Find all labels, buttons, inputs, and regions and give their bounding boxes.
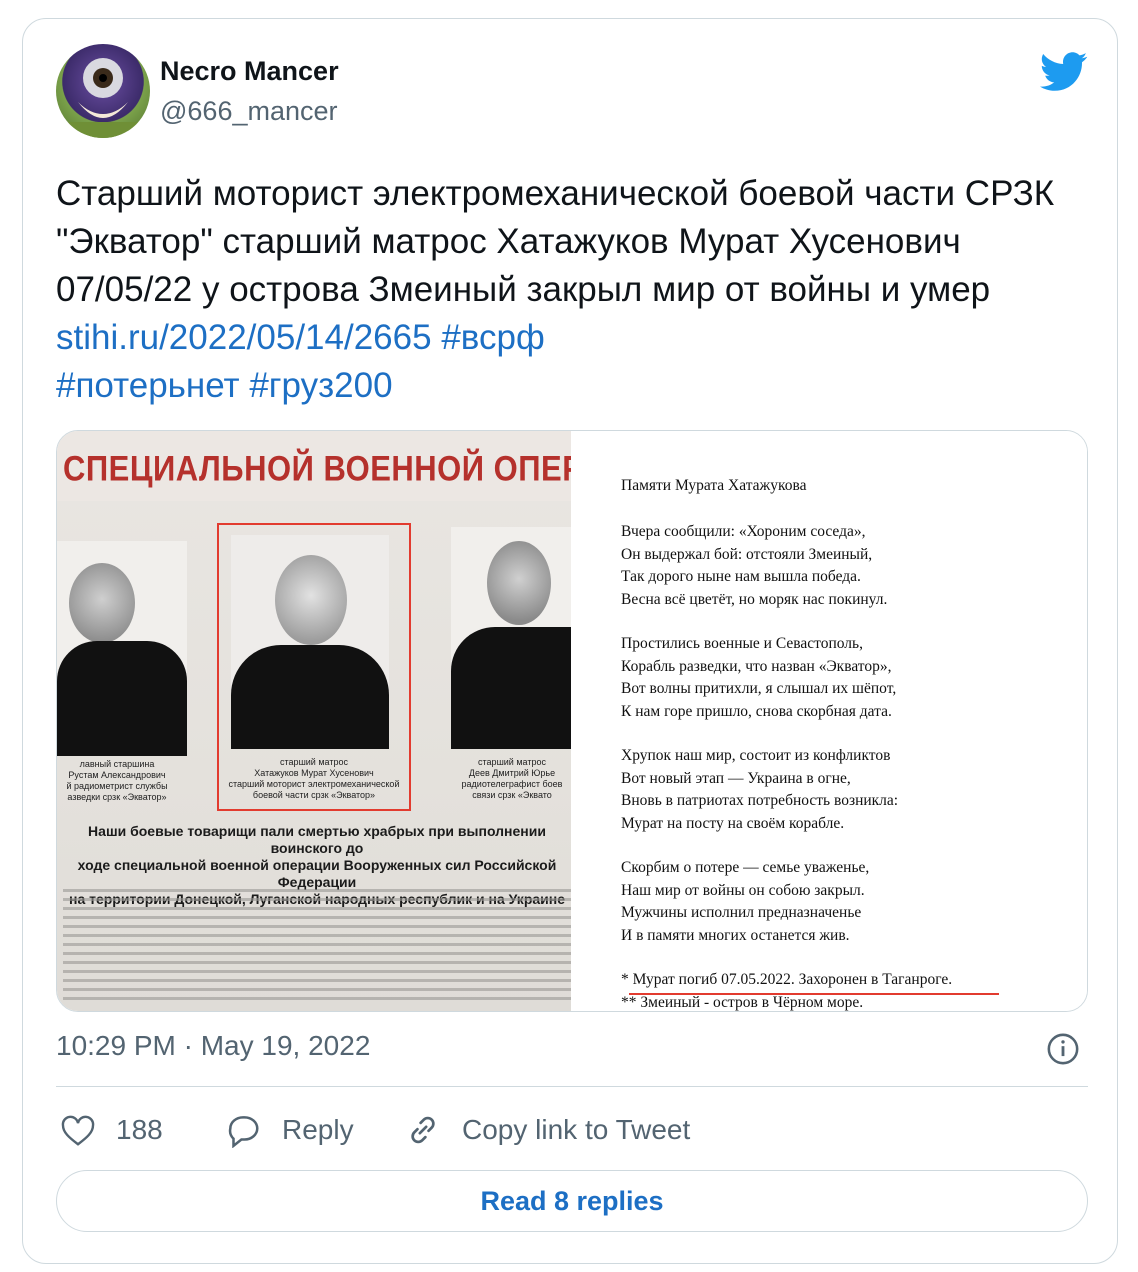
caption-right: старший матрос Деев Дмитрий Юрье радиотеле… [461,757,563,800]
hashtag-poterjnet[interactable]: #потерьнет [56,366,240,405]
poem-footnote: * Мурат погиб 07.05.2022. Захоронен в Та… [621,971,953,988]
poem-title: Памяти Мурата Хатажукова [621,477,807,494]
photo-banner-text: СПЕЦИАЛЬНОЙ ВОЕННОЙ ОПЕР [63,448,571,489]
poem-line: Наш мир от войны он собою закрыл. [621,882,865,899]
heart-icon [61,1115,95,1146]
link-icon [411,1116,435,1144]
poem-line: Корабль разведки, что назван «Экватор», [621,658,892,675]
poem-line: И в памяти многих останется жив. [621,927,850,944]
read-replies-button[interactable]: Read 8 replies [56,1170,1088,1232]
poem-line: Мурат на посту на своём корабле. [621,815,845,832]
copy-link-label: Copy link to Tweet [462,1114,691,1145]
fine-print [63,883,571,1006]
poem-line: Вновь в патриотах потребность возникла: [621,792,899,809]
twitter-logo-icon[interactable] [1040,52,1088,92]
portrait-left [57,541,187,756]
hashtag-gruz200[interactable]: #груз200 [249,366,392,405]
reply-label: Reply [282,1114,354,1145]
tweet-link[interactable]: stihi.ru/2022/05/14/2665 [56,318,432,357]
like-button[interactable]: 188 [60,1110,163,1150]
poem-footnote: ** Змеиный - остров в Чёрном море. [621,994,864,1011]
user-name[interactable]: Necro Mancer [160,56,339,87]
poem-screenshot: Памяти Мурата Хатажукова Вчера сообщили:… [571,431,1087,1011]
poem-line: Вчера сообщили: «Хороним соседа», [621,523,866,540]
poem-line: Мужчины исполнил предназначенье [621,904,862,921]
poem-line: Простились военные и Севастополь, [621,635,863,652]
hashtag-vsrf[interactable]: #всрф [441,318,544,357]
reply-icon [228,1116,259,1148]
portrait-center [231,535,389,749]
copy-link-button[interactable]: Copy link to Tweet [404,1110,690,1150]
reply-button[interactable]: Reply [224,1110,354,1150]
photo-banner: СПЕЦИАЛЬНОЙ ВОЕННОЙ ОПЕР [57,431,571,501]
info-icon[interactable] [1046,1032,1080,1066]
poem-line: Вот новый этап — Украина в огне, [621,770,851,787]
tweet-timestamp[interactable]: 10:29 PM · May 19, 2022 [56,1030,370,1062]
avatar-image [56,58,150,138]
user-handle[interactable]: @666_mancer [160,96,338,127]
poem-line: Весна всё цветёт, но моряк нас покинул. [621,591,888,608]
portrait-right [451,527,571,749]
like-count: 188 [116,1114,163,1145]
poem-line: Так дорого ныне нам вышла победа. [621,568,861,585]
poem-line: Он выдержал бой: отстояли Змеиный, [621,546,873,563]
memorial-photo: СПЕЦИАЛЬНОЙ ВОЕННОЙ ОПЕР лавный старшина… [57,431,571,1011]
divider [56,1086,1088,1087]
poem-line: Скорбим о потере — семье уваженье, [621,859,870,876]
caption-left: лавный старшина Рустам Александрович й рад… [66,759,168,802]
avatar[interactable] [56,44,150,138]
tweet-media[interactable]: СПЕЦИАЛЬНОЙ ВОЕННОЙ ОПЕР лавный старшина… [56,430,1088,1012]
caption-center: старший матрос Хатажуков Мурат Хусенович с… [228,757,400,800]
poem-line: Хрупок наш мир, состоит из конфликтов [621,747,891,764]
tweet-text: Старший моторист электромеханической бое… [56,170,1086,410]
tweet-body: Старший моторист электромеханической бое… [56,174,1055,309]
poem-line: Вот волны притихли, я слышал их шёпот, [621,680,897,697]
poem-line: К нам горе пришло, снова скорбная дата. [621,703,892,720]
